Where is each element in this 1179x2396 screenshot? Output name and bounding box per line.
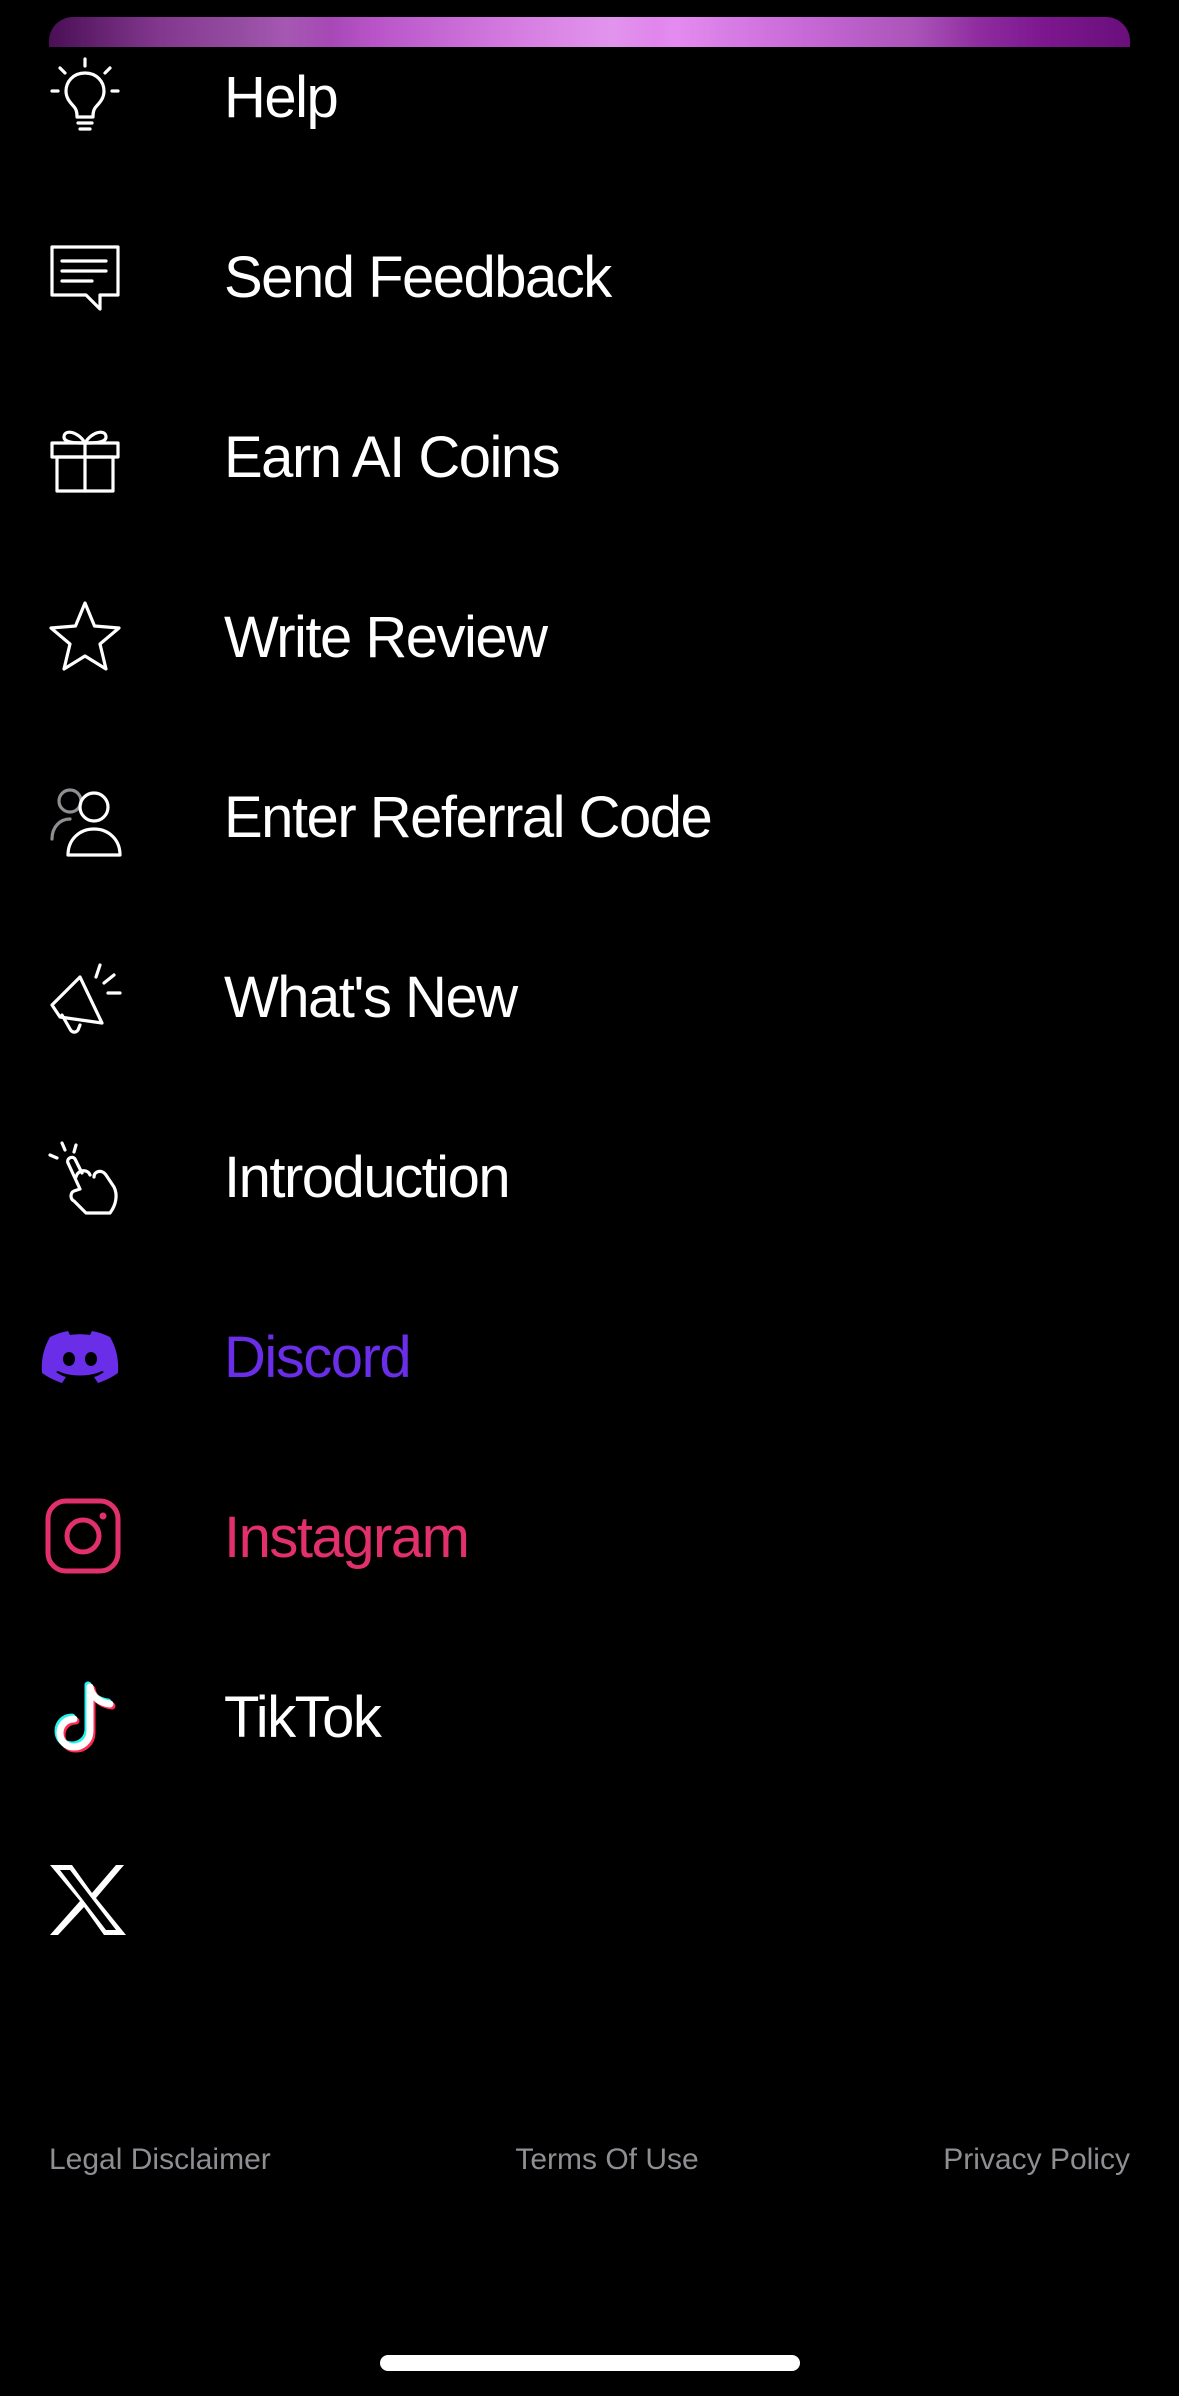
gift-icon xyxy=(40,413,130,503)
menu-item-x[interactable] xyxy=(40,1838,1140,1958)
menu-item-discord[interactable]: Discord xyxy=(40,1298,1140,1418)
tiktok-icon xyxy=(40,1673,130,1763)
menu-item-label: Write Review xyxy=(224,605,548,670)
discord-icon xyxy=(40,1313,130,1403)
menu-item-label: Instagram xyxy=(224,1505,470,1570)
menu-item-enter-referral-code[interactable]: Enter Referral Code xyxy=(40,758,1140,878)
tap-hand-icon xyxy=(40,1133,130,1223)
lightbulb-icon xyxy=(40,53,130,143)
menu-item-label: TikTok xyxy=(224,1685,382,1750)
menu-item-whats-new[interactable]: What's New xyxy=(40,938,1140,1058)
menu-item-label: Send Feedback xyxy=(224,245,612,310)
menu-item-label: What's New xyxy=(224,965,518,1030)
legal-disclaimer-link[interactable]: Legal Disclaimer xyxy=(49,2143,271,2177)
menu-item-write-review[interactable]: Write Review xyxy=(40,578,1140,698)
x-logo-icon xyxy=(40,1853,130,1943)
menu-item-label: Discord xyxy=(224,1325,412,1390)
menu-item-send-feedback[interactable]: Send Feedback xyxy=(40,218,1140,338)
menu-item-label: Help xyxy=(224,65,339,130)
menu-item-label: Earn AI Coins xyxy=(224,425,561,490)
privacy-policy-link[interactable]: Privacy Policy xyxy=(943,2143,1130,2177)
menu-item-label: Introduction xyxy=(224,1145,511,1210)
menu-item-help[interactable]: Help xyxy=(40,38,1140,158)
menu-item-tiktok[interactable]: TikTok xyxy=(40,1658,1140,1778)
feedback-icon xyxy=(40,233,130,323)
instagram-icon xyxy=(40,1493,130,1583)
terms-of-use-link[interactable]: Terms Of Use xyxy=(515,2143,698,2177)
menu-item-earn-ai-coins[interactable]: Earn AI Coins xyxy=(40,398,1140,518)
menu-item-introduction[interactable]: Introduction xyxy=(40,1118,1140,1238)
menu-item-label: Enter Referral Code xyxy=(224,785,713,850)
star-icon xyxy=(40,593,130,683)
home-indicator[interactable] xyxy=(380,2355,800,2371)
megaphone-icon xyxy=(40,953,130,1043)
footer-links: Legal Disclaimer Terms Of Use Privacy Po… xyxy=(49,2138,1130,2182)
referral-users-icon xyxy=(40,773,130,863)
menu-item-instagram[interactable]: Instagram xyxy=(40,1478,1140,1598)
